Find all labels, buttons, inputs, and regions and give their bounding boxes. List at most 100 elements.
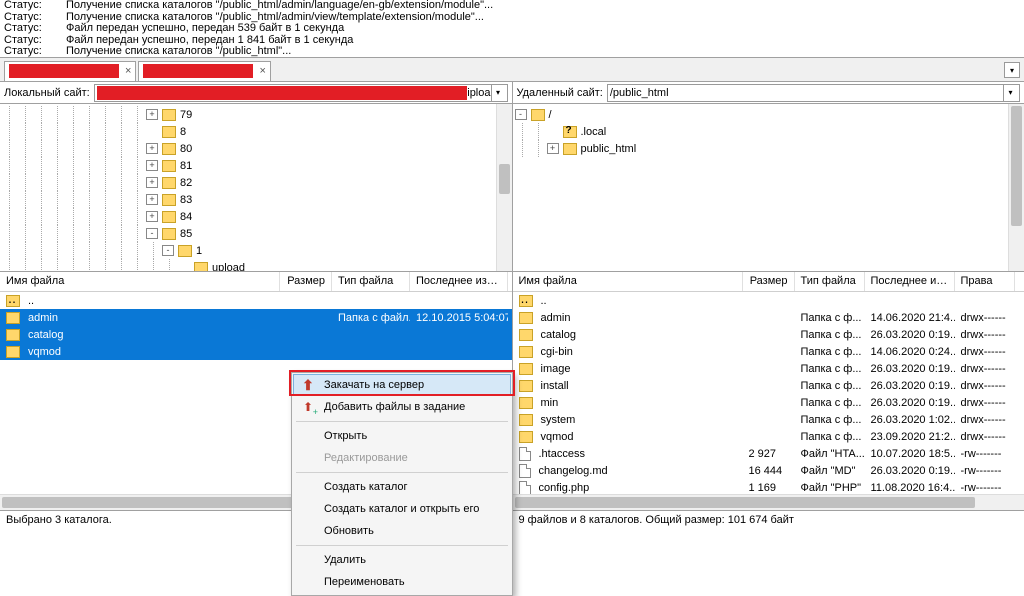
tab-1[interactable]: ×: [4, 61, 136, 81]
tree-label: 1: [196, 245, 202, 257]
chevron-down-icon[interactable]: ▾: [1003, 85, 1017, 101]
list-row[interactable]: catalog: [0, 326, 512, 343]
expander-icon[interactable]: -: [146, 228, 158, 239]
list-row[interactable]: changelog.md16 444Файл "MD"26.03.2020 0:…: [513, 462, 1024, 479]
folder-icon: [531, 109, 545, 121]
remote-file-list[interactable]: Имя файла Размер Тип файла Последнее из.…: [513, 272, 1024, 510]
menu-item[interactable]: ⬆+Добавить файлы в задание: [294, 396, 510, 418]
tree-item[interactable]: +public_html: [515, 140, 1023, 157]
expander-icon[interactable]: +: [146, 143, 158, 154]
list-row[interactable]: config.php1 169Файл "PHP"11.08.2020 16:4…: [513, 479, 1024, 494]
local-tree[interactable]: +798+80+81+82+83+84-85-1upload+86: [0, 104, 513, 271]
menu-item[interactable]: Удалить: [294, 549, 510, 571]
col-size[interactable]: Размер: [280, 272, 332, 291]
expander-icon[interactable]: +: [547, 143, 559, 154]
list-row[interactable]: adminПапка с ф...14.06.2020 21:4...drwx-…: [513, 309, 1024, 326]
expander-icon[interactable]: +: [146, 160, 158, 171]
list-name: admin: [541, 312, 571, 324]
tree-item[interactable]: -85: [2, 225, 510, 242]
file-icon: [519, 447, 531, 461]
tree-item[interactable]: -1: [2, 242, 510, 259]
remote-tree[interactable]: -/.local+public_html: [513, 104, 1024, 271]
list-perms: drwx------: [955, 397, 1015, 409]
list-row[interactable]: catalogПапка с ф...26.03.2020 0:19...drw…: [513, 326, 1024, 343]
list-date: 12.10.2015 5:04:07: [410, 312, 508, 324]
menu-label: Удалить: [324, 554, 366, 566]
expander-icon[interactable]: -: [162, 245, 174, 256]
menu-label: Создать каталог и открыть его: [324, 503, 479, 515]
remote-site-label: Удаленный сайт:: [517, 87, 603, 99]
list-size: 1 169: [743, 482, 795, 494]
tree-item[interactable]: 8: [2, 123, 510, 140]
menu-item[interactable]: ⬆Закачать на сервер: [293, 374, 511, 396]
log-line: Получение списка каталогов "/public_html…: [66, 0, 493, 12]
local-site-field[interactable]: iploa ▾: [94, 84, 508, 102]
folder-icon: [162, 177, 176, 189]
list-row[interactable]: minПапка с ф...26.03.2020 0:19...drwx---…: [513, 394, 1024, 411]
list-perms: drwx------: [955, 329, 1015, 341]
list-row[interactable]: installПапка с ф...26.03.2020 0:19...drw…: [513, 377, 1024, 394]
tree-item[interactable]: +79: [2, 106, 510, 123]
folder-icon: [162, 143, 176, 155]
tree-item[interactable]: +80: [2, 140, 510, 157]
list-perms: drwx------: [955, 414, 1015, 426]
expander-icon[interactable]: +: [146, 177, 158, 188]
list-perms: drwx------: [955, 312, 1015, 324]
list-name: admin: [28, 312, 58, 324]
close-icon[interactable]: ×: [259, 65, 265, 77]
close-icon[interactable]: ×: [125, 65, 131, 77]
menu-item[interactable]: Переименовать: [294, 571, 510, 593]
tree-item[interactable]: +81: [2, 157, 510, 174]
expander-icon[interactable]: -: [515, 109, 527, 120]
list-date: 26.03.2020 0:19...: [865, 329, 955, 341]
menu-item[interactable]: Обновить: [294, 520, 510, 542]
col-modified[interactable]: Последнее из...: [865, 272, 955, 291]
list-header-local[interactable]: Имя файла Размер Тип файла Последнее изм…: [0, 272, 512, 292]
list-row[interactable]: vqmodПапка с ф...23.09.2020 21:2...drwx-…: [513, 428, 1024, 445]
folder-icon: [162, 211, 176, 223]
list-row[interactable]: adminПапка с файл...12.10.2015 5:04:07: [0, 309, 512, 326]
col-name[interactable]: Имя файла: [513, 272, 743, 291]
menu-item[interactable]: Создать каталог и открыть его: [294, 498, 510, 520]
menu-item[interactable]: Открыть: [294, 425, 510, 447]
tree-item[interactable]: -/: [515, 106, 1023, 123]
list-row[interactable]: ..: [0, 292, 512, 309]
tree-item[interactable]: +82: [2, 174, 510, 191]
col-size[interactable]: Размер: [743, 272, 795, 291]
tree-item[interactable]: .local: [515, 123, 1023, 140]
scrollbar-vertical[interactable]: [1008, 104, 1024, 271]
col-type[interactable]: Тип файла: [795, 272, 865, 291]
log-panel: Статус:Получение списка каталогов "/publ…: [0, 0, 1024, 58]
list-header-remote[interactable]: Имя файла Размер Тип файла Последнее из.…: [513, 272, 1024, 292]
tree-item[interactable]: +83: [2, 191, 510, 208]
col-name[interactable]: Имя файла: [0, 272, 280, 291]
log-label: Статус:: [4, 23, 66, 35]
list-row[interactable]: vqmod: [0, 343, 512, 360]
col-perms[interactable]: Права: [955, 272, 1015, 291]
menu-item[interactable]: Создать каталог: [294, 476, 510, 498]
list-row[interactable]: systemПапка с ф...26.03.2020 1:02...drwx…: [513, 411, 1024, 428]
scrollbar-vertical[interactable]: [496, 104, 512, 271]
tree-item[interactable]: upload: [2, 259, 510, 271]
list-row[interactable]: imageПапка с ф...26.03.2020 0:19...drwx-…: [513, 360, 1024, 377]
list-type: Папка с ф...: [795, 363, 865, 375]
tabs-dropdown[interactable]: ▾: [1004, 62, 1020, 78]
menu-item: Редактирование: [294, 447, 510, 469]
col-modified[interactable]: Последнее измен...: [410, 272, 508, 291]
tree-label: 81: [180, 160, 192, 172]
list-name: install: [541, 380, 569, 392]
tree-item[interactable]: +84: [2, 208, 510, 225]
menu-label: Переименовать: [324, 576, 405, 588]
col-type[interactable]: Тип файла: [332, 272, 410, 291]
remote-site-field[interactable]: /public_html ▾: [607, 84, 1020, 102]
expander-icon[interactable]: +: [146, 211, 158, 222]
expander-icon[interactable]: +: [146, 109, 158, 120]
chevron-down-icon[interactable]: ▾: [491, 85, 505, 101]
list-row[interactable]: cgi-binПапка с ф...14.06.2020 0:24...drw…: [513, 343, 1024, 360]
expander-icon[interactable]: +: [146, 194, 158, 205]
tab-2[interactable]: ×: [138, 61, 270, 81]
scrollbar-horizontal[interactable]: [513, 494, 1024, 510]
list-row[interactable]: .htaccess2 927Файл "HTA...10.07.2020 18:…: [513, 445, 1024, 462]
menu-separator: [296, 472, 508, 473]
list-row[interactable]: ..: [513, 292, 1024, 309]
